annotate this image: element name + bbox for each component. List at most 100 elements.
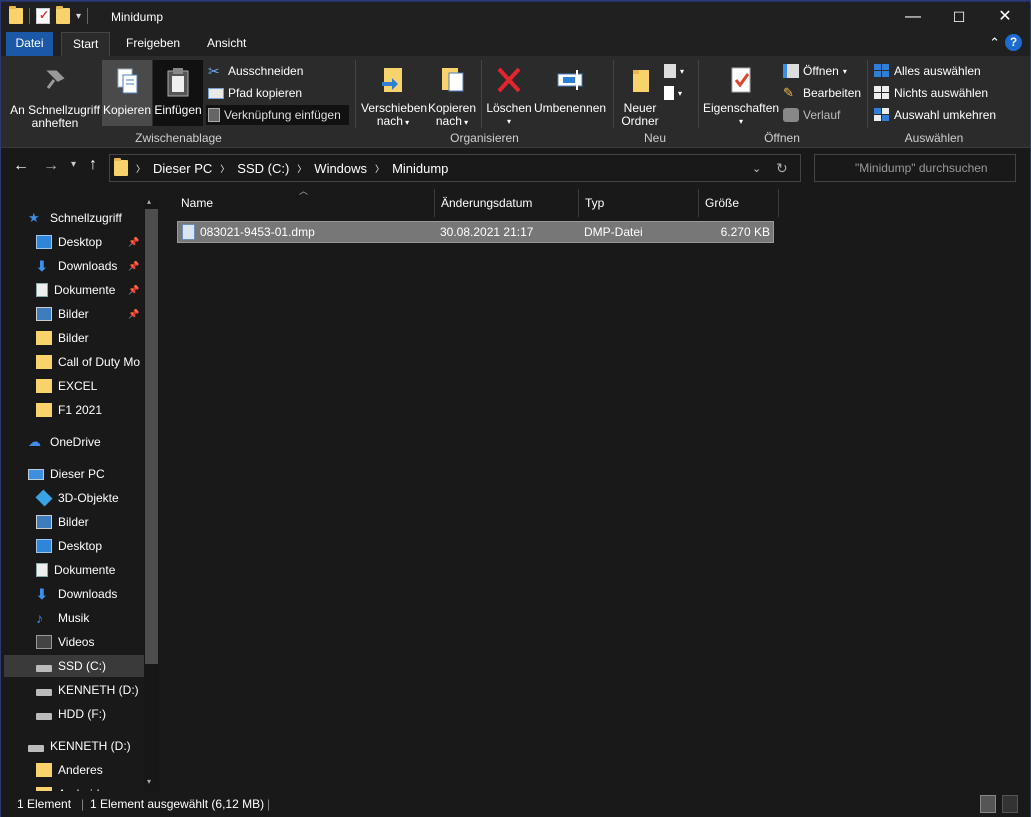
sidebar-item-onedrive[interactable]: ☁ OneDrive [20, 431, 144, 453]
new-folder-icon[interactable] [56, 6, 70, 24]
pin-quick-access-button[interactable]: An Schnellzugriff anheften [9, 66, 101, 130]
table-row[interactable]: 083021-9453-01.dmp 30.08.2021 21:17 DMP-… [177, 221, 774, 243]
properties-icon [726, 64, 756, 96]
breadcrumb-windows[interactable]: Windows [314, 161, 367, 176]
sidebar-item-label: Musik [58, 611, 90, 625]
minimize-button[interactable]: — [890, 2, 936, 32]
sidebar-item-kenneth-d[interactable]: KENNETH (D:) [28, 679, 144, 701]
sidebar-item-bilder[interactable]: Bilder [28, 327, 144, 349]
recent-locations-icon[interactable]: ▾ [71, 159, 76, 170]
column-header-name[interactable]: Name [175, 189, 435, 217]
breadcrumb-dieser-pc[interactable]: Dieser PC [153, 161, 212, 176]
maximize-button[interactable]: ☐ [936, 2, 982, 32]
back-arrow-icon[interactable]: ← [13, 157, 29, 175]
paste-shortcut-label: Verknüpfung einfügen [224, 108, 341, 122]
move-to-icon [378, 64, 408, 96]
select-all-button[interactable]: Alles auswählen [874, 61, 981, 81]
customize-qat-icon[interactable]: ▾ [76, 11, 81, 22]
address-bar[interactable]: 〉 Dieser PC 〉 SSD (C:) 〉 Windows 〉 Minid… [109, 154, 801, 182]
copy-to-button[interactable]: Kopieren nach ▾ [427, 64, 477, 129]
sidebar-item-documents[interactable]: Dokumente 📌 [28, 279, 144, 301]
tab-view[interactable]: Ansicht [196, 32, 257, 56]
details-view-icon[interactable] [980, 795, 996, 813]
sidebar-item-quick-access[interactable]: ★ Schnellzugriff [20, 207, 144, 229]
pinned-icon[interactable]: 📌 [128, 303, 139, 325]
tab-file[interactable]: Datei [6, 32, 53, 56]
new-folder-button[interactable]: Neuer Ordner [618, 64, 662, 128]
forward-arrow-icon[interactable]: → [43, 157, 59, 175]
sidebar-item-this-pc[interactable]: Dieser PC [20, 463, 144, 485]
up-arrow-icon[interactable]: ↑ [89, 156, 97, 174]
close-button[interactable]: ✕ [982, 2, 1028, 32]
copy-button[interactable]: Kopieren [102, 60, 152, 126]
sidebar-item-f1-2021[interactable]: F1 2021 [28, 399, 144, 421]
folder-icon [36, 355, 52, 369]
properties-button[interactable]: Eigenschaften ▾ [703, 64, 779, 128]
copy-path-button[interactable]: Pfad kopieren [208, 83, 302, 103]
help-icon[interactable]: ? [1005, 34, 1022, 51]
sidebar-item-videos[interactable]: Videos [28, 631, 144, 653]
paste-label: Einfügen [154, 103, 202, 117]
column-header-date[interactable]: Änderungsdatum [435, 189, 579, 217]
pinned-icon[interactable]: 📌 [128, 231, 139, 253]
sidebar-item-3d-objects[interactable]: 3D-Objekte [28, 487, 144, 509]
cut-button[interactable]: ✂ Ausschneiden [208, 61, 303, 81]
invert-selection-button[interactable]: Auswahl umkehren [874, 105, 996, 125]
scroll-up-arrow-icon[interactable]: ▴ [147, 197, 151, 206]
breadcrumb-minidump[interactable]: Minidump [392, 161, 448, 176]
select-none-button[interactable]: Nichts auswählen [874, 83, 988, 103]
star-icon: ★ [28, 210, 40, 225]
navigation-pane: ★ Schnellzugriff Desktop 📌 ⬇ Downloads 📌 Dokume… [1, 199, 161, 791]
sidebar-item-music[interactable]: ♪ Musik [28, 607, 144, 629]
move-to-button[interactable]: Verschieben nach ▾ [361, 64, 427, 129]
paste-button[interactable]: Einfügen [153, 60, 203, 126]
history-button[interactable]: Verlauf [783, 105, 840, 125]
large-icons-view-icon[interactable] [1002, 795, 1018, 813]
folder-icon [36, 379, 52, 393]
sidebar-item-call-of-duty[interactable]: Call of Duty Mo [28, 351, 144, 373]
pictures-icon [36, 515, 52, 529]
scrollbar-thumb[interactable] [145, 209, 158, 664]
sidebar-item-hdd-f[interactable]: HDD (F:) [28, 703, 144, 725]
open-button[interactable]: Öffnen ▾ [783, 61, 847, 81]
sidebar-item-downloads-pc[interactable]: ⬇ Downloads [28, 583, 144, 605]
column-header-size[interactable]: Größe [699, 189, 779, 217]
sidebar-item-label: Bilder [58, 331, 89, 345]
search-input[interactable]: "Minidump" durchsuchen [814, 154, 1016, 182]
sidebar-item-desktop-pc[interactable]: Desktop [28, 535, 144, 557]
sidebar-item-documents-pc[interactable]: Dokumente [28, 559, 144, 581]
pinned-icon[interactable]: 📌 [128, 255, 139, 277]
sidebar-item-pictures[interactable]: Bilder 📌 [28, 303, 144, 325]
refresh-icon[interactable]: ↻ [776, 160, 788, 177]
separator [29, 8, 30, 24]
pinned-icon[interactable]: 📌 [128, 279, 139, 301]
delete-button[interactable]: Löschen ▾ [485, 64, 533, 128]
easy-access-button[interactable]: ▾ [664, 83, 682, 103]
collapse-ribbon-icon[interactable]: ⌃ [989, 35, 1000, 51]
rename-button[interactable]: Umbenennen [534, 64, 606, 115]
column-header-type[interactable]: Typ [579, 189, 699, 217]
sidebar-item-kenneth-d-root[interactable]: KENNETH (D:) [20, 735, 144, 757]
edit-button[interactable]: ✎ Bearbeiten [783, 83, 861, 103]
new-item-icon [664, 64, 676, 78]
sidebar-item-ssd-c[interactable]: SSD (C:) [4, 655, 144, 677]
sidebar-item-label: EXCEL [58, 379, 98, 393]
sidebar-item-desktop[interactable]: Desktop 📌 [28, 231, 144, 253]
properties-icon[interactable] [36, 8, 50, 24]
sidebar-scrollbar[interactable]: ▴ ▾ [144, 197, 159, 791]
scroll-down-arrow-icon[interactable]: ▾ [147, 777, 151, 786]
new-item-button[interactable]: ▾ [664, 61, 684, 81]
sidebar-item-android[interactable]: Android [28, 783, 144, 791]
paste-shortcut-button[interactable]: Verknüpfung einfügen [206, 105, 349, 125]
sidebar-item-pictures-pc[interactable]: Bilder [28, 511, 144, 533]
tab-share[interactable]: Freigeben [115, 32, 191, 56]
sidebar-item-anderes[interactable]: Anderes [28, 759, 144, 781]
tab-start[interactable]: Start [61, 32, 111, 56]
breadcrumb-ssd[interactable]: SSD (C:) [237, 161, 289, 176]
pictures-icon [36, 307, 52, 321]
sidebar-item-excel[interactable]: EXCEL [28, 375, 144, 397]
address-dropdown-icon[interactable]: ⌄ [752, 162, 761, 175]
sidebar-item-downloads[interactable]: ⬇ Downloads 📌 [28, 255, 144, 277]
sidebar-item-label: Android [58, 783, 99, 791]
drive-icon [28, 744, 44, 752]
